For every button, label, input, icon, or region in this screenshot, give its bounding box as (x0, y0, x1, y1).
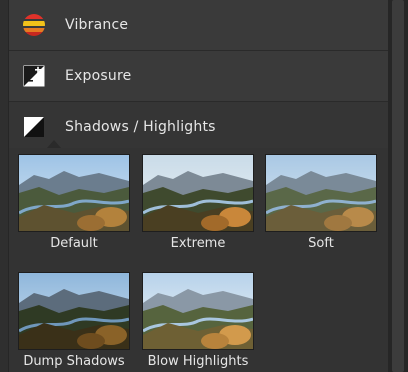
scrollbar[interactable] (389, 0, 408, 372)
preset-gallery: Default Extreme Soft Dump Shadows Blow H… (9, 148, 388, 372)
adjustment-item-exposure[interactable]: Exposure (9, 51, 388, 102)
adjustments-panel: Vibrance Exposure Shadows / Highlights D… (8, 0, 389, 372)
preset-extreme[interactable]: Extreme (142, 154, 254, 251)
preset-label: Default (50, 236, 98, 251)
preset-label: Dump Shadows (23, 354, 125, 369)
adjustment-label: Vibrance (65, 17, 129, 33)
preset-thumbnail (18, 272, 130, 350)
adjustment-item-vibrance[interactable]: Vibrance (9, 0, 388, 51)
adjustment-label: Shadows / Highlights (65, 119, 216, 135)
preset-default[interactable]: Default (18, 154, 130, 251)
preset-thumbnail (142, 272, 254, 350)
scrollbar-thumb[interactable] (392, 0, 404, 372)
preset-thumbnail (142, 154, 254, 232)
adjustment-label: Exposure (65, 68, 132, 84)
exposure-icon (22, 64, 46, 88)
selection-pointer (47, 140, 61, 148)
preset-label: Extreme (170, 236, 226, 251)
shadows-highlights-icon (22, 115, 46, 139)
vibrance-icon (22, 13, 46, 37)
preset-thumbnail (265, 154, 377, 232)
preset-label: Soft (308, 236, 334, 251)
adjustment-item-shadows-highlights[interactable]: Shadows / Highlights (9, 102, 388, 153)
preset-thumbnail (18, 154, 130, 232)
preset-soft[interactable]: Soft (265, 154, 377, 251)
preset-dump-shadows[interactable]: Dump Shadows (18, 272, 130, 369)
preset-label: Blow Highlights (147, 354, 249, 369)
preset-blow-highlights[interactable]: Blow Highlights (142, 272, 254, 369)
